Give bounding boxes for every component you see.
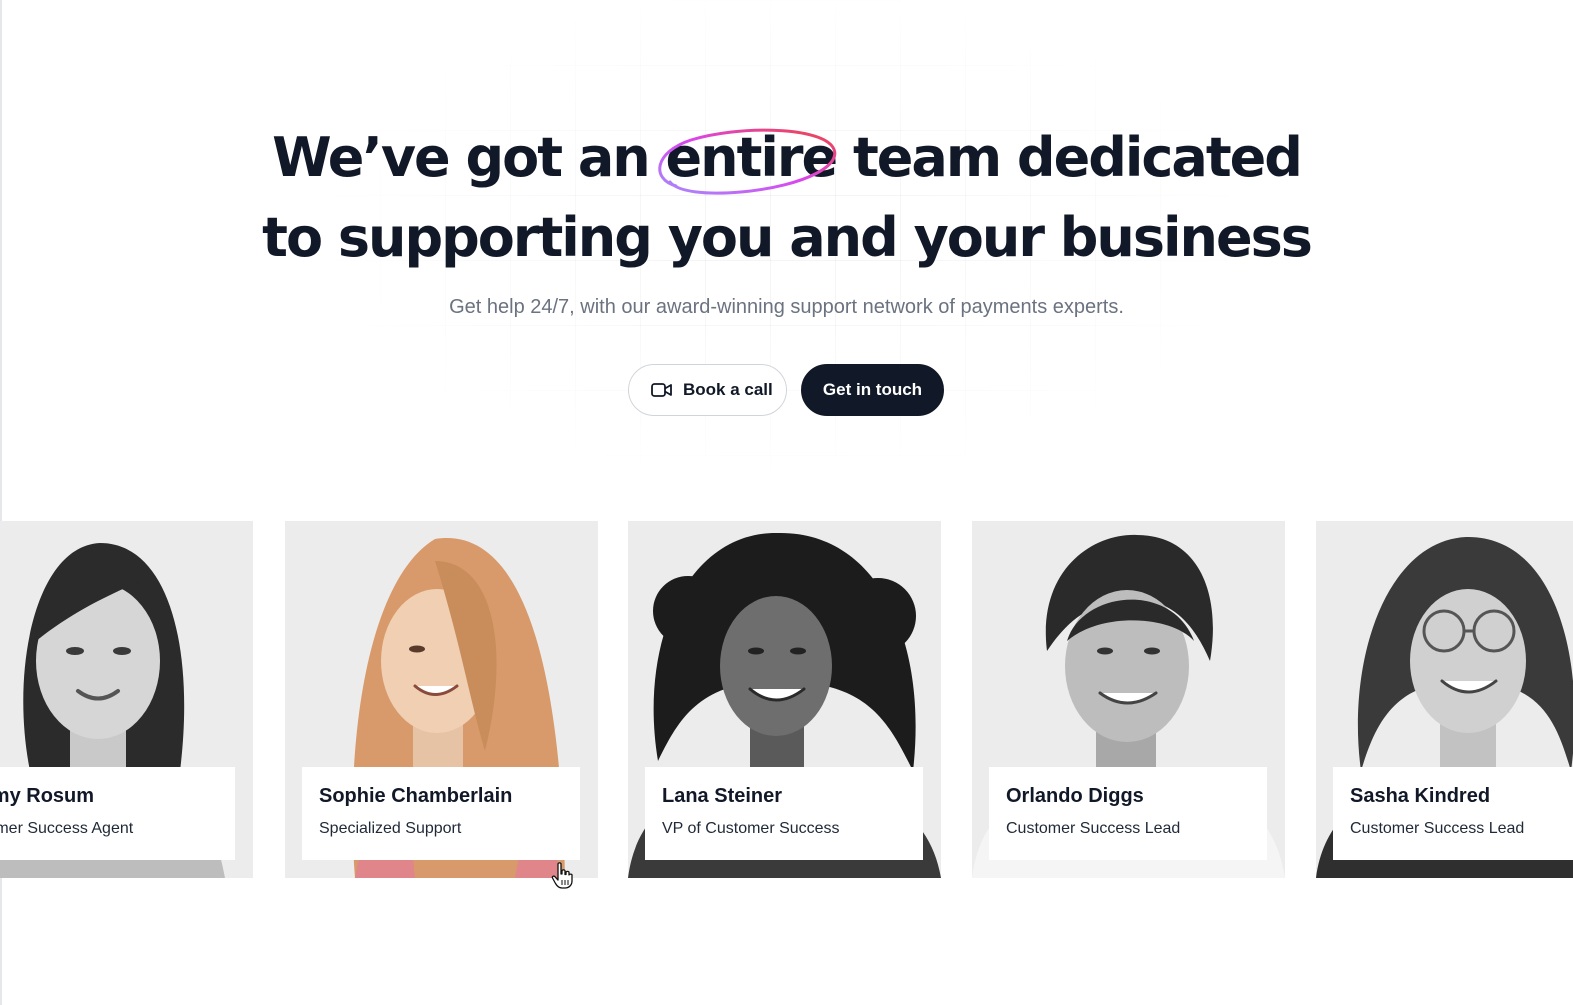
team-member-role: Customer Success Lead xyxy=(1350,820,1525,837)
team-member-info: Sasha Kindred Customer Success Lead xyxy=(1333,767,1573,860)
team-carousel[interactable]: mmy Rosum stomer Success Agent Sophie Ch… xyxy=(0,521,1573,878)
book-call-button[interactable]: Book a call xyxy=(628,364,787,416)
headline-line-2: to supporting you and your business xyxy=(262,206,1313,269)
get-in-touch-label: Get in touch xyxy=(822,380,923,399)
team-card[interactable]: Lana Steiner VP of Customer Success xyxy=(628,521,941,878)
team-member-role: Specialized Support xyxy=(319,820,462,837)
team-member-name: Sasha Kindred xyxy=(1350,785,1491,807)
headline-highlight: entire xyxy=(657,118,838,198)
video-camera-icon xyxy=(651,382,673,398)
hero-subtitle: Get help 24/7, with our award-winning su… xyxy=(449,296,1124,318)
get-in-touch-button[interactable]: Get in touch xyxy=(801,364,944,416)
team-member-info: mmy Rosum stomer Success Agent xyxy=(0,767,235,860)
team-member-name: Orlando Diggs xyxy=(1006,785,1144,807)
team-card[interactable]: mmy Rosum stomer Success Agent xyxy=(0,521,253,878)
team-member-info: Lana Steiner VP of Customer Success xyxy=(645,767,923,860)
team-member-name: Sophie Chamberlain xyxy=(319,785,513,807)
team-member-name: mmy Rosum xyxy=(0,785,95,807)
team-card[interactable]: Sasha Kindred Customer Success Lead xyxy=(1316,521,1573,878)
team-member-role: stomer Success Agent xyxy=(0,820,134,837)
team-card[interactable]: Sophie Chamberlain Specialized Support xyxy=(285,521,598,878)
team-member-info: Sophie Chamberlain Specialized Support xyxy=(302,767,580,860)
team-member-role: VP of Customer Success xyxy=(662,820,840,837)
pointer-cursor-icon xyxy=(551,862,573,889)
scribble-circle-icon xyxy=(657,128,836,195)
headline-part-1: We’ve got an xyxy=(272,126,666,189)
team-member-role: Customer Success Lead xyxy=(1006,820,1181,837)
team-member-info: Orlando Diggs Customer Success Lead xyxy=(989,767,1267,860)
page-title: We’ve got an entire team dedicated to su… xyxy=(0,118,1573,278)
book-call-label: Book a call xyxy=(683,380,773,399)
hero-section: We’ve got an entire team dedicated to su… xyxy=(0,118,1573,319)
team-card[interactable]: Orlando Diggs Customer Success Lead xyxy=(972,521,1285,878)
hero-actions: Book a call Get in touch xyxy=(628,364,944,416)
team-member-name: Lana Steiner xyxy=(662,785,783,807)
headline-part-2: team dedicated xyxy=(836,126,1303,189)
